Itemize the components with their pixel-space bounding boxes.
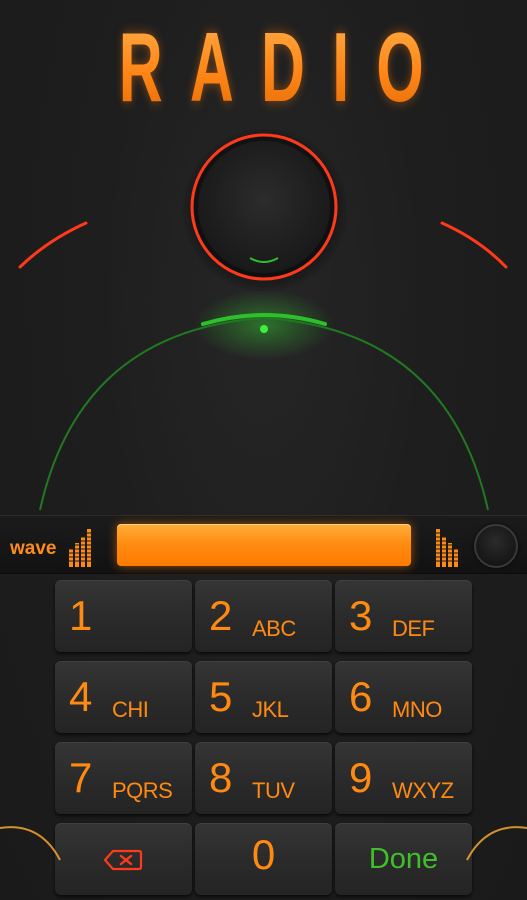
frequency-display [117, 524, 411, 566]
key-letters: TUV [252, 778, 295, 803]
right-red-arc [440, 221, 508, 269]
tuner-decoration [18, 132, 508, 511]
key-8[interactable]: 8 TUV [195, 742, 332, 814]
key-6[interactable]: 6 MNO [335, 661, 472, 733]
key-4[interactable]: 4 CHI [55, 661, 192, 733]
key-digit: 7 [69, 754, 93, 801]
backspace-icon [103, 849, 143, 871]
key-9[interactable]: 9 WXYZ [335, 742, 472, 814]
key-digit: 9 [349, 754, 373, 801]
key-letters: WXYZ [392, 778, 454, 803]
key-letters: DEF [392, 616, 435, 641]
key-digit: 4 [69, 673, 93, 720]
key-7[interactable]: 7 PQRS [55, 742, 192, 814]
key-letters: PQRS [112, 778, 173, 803]
key-digit: 6 [349, 673, 373, 720]
key-1[interactable]: 1 [55, 580, 192, 652]
tuning-knob [190, 133, 338, 281]
corner-glow-left [0, 826, 61, 861]
key-digit: 3 [349, 592, 373, 639]
done-button[interactable]: Done [335, 823, 472, 895]
key-2[interactable]: 2 ABC [195, 580, 332, 652]
key-digit: 2 [209, 592, 233, 639]
signal-meter-left-icon [67, 529, 95, 567]
tuner-indicator-dot [260, 325, 268, 333]
key-digit: 8 [209, 754, 233, 801]
corner-glow-right [466, 826, 527, 861]
key-digit: 0 [251, 831, 276, 878]
signal-meter-right-icon [434, 529, 462, 567]
key-letters: CHI [112, 697, 149, 722]
key-0[interactable]: 0 [195, 823, 332, 895]
key-digit: 1 [69, 592, 93, 639]
key-5[interactable]: 5 JKL [195, 661, 332, 733]
wave-label: wave [10, 538, 57, 559]
key-letters: JKL [252, 697, 289, 722]
radio-screen: RADIO wave 1 2 ABC 3 DEF 4 CHI 5 JKL 6 M… [0, 0, 527, 900]
left-red-arc [18, 221, 88, 269]
key-digit: 5 [209, 673, 233, 720]
key-3[interactable]: 3 DEF [335, 580, 472, 652]
backspace-button[interactable] [55, 823, 192, 895]
power-button[interactable] [474, 524, 518, 568]
dial-keypad: 1 2 ABC 3 DEF 4 CHI 5 JKL 6 MNO 7 PQRS 8 [0, 572, 527, 900]
done-label: Done [368, 843, 439, 875]
wave-bar: wave [0, 515, 527, 574]
key-letters: MNO [392, 697, 442, 722]
key-letters: ABC [252, 616, 296, 641]
